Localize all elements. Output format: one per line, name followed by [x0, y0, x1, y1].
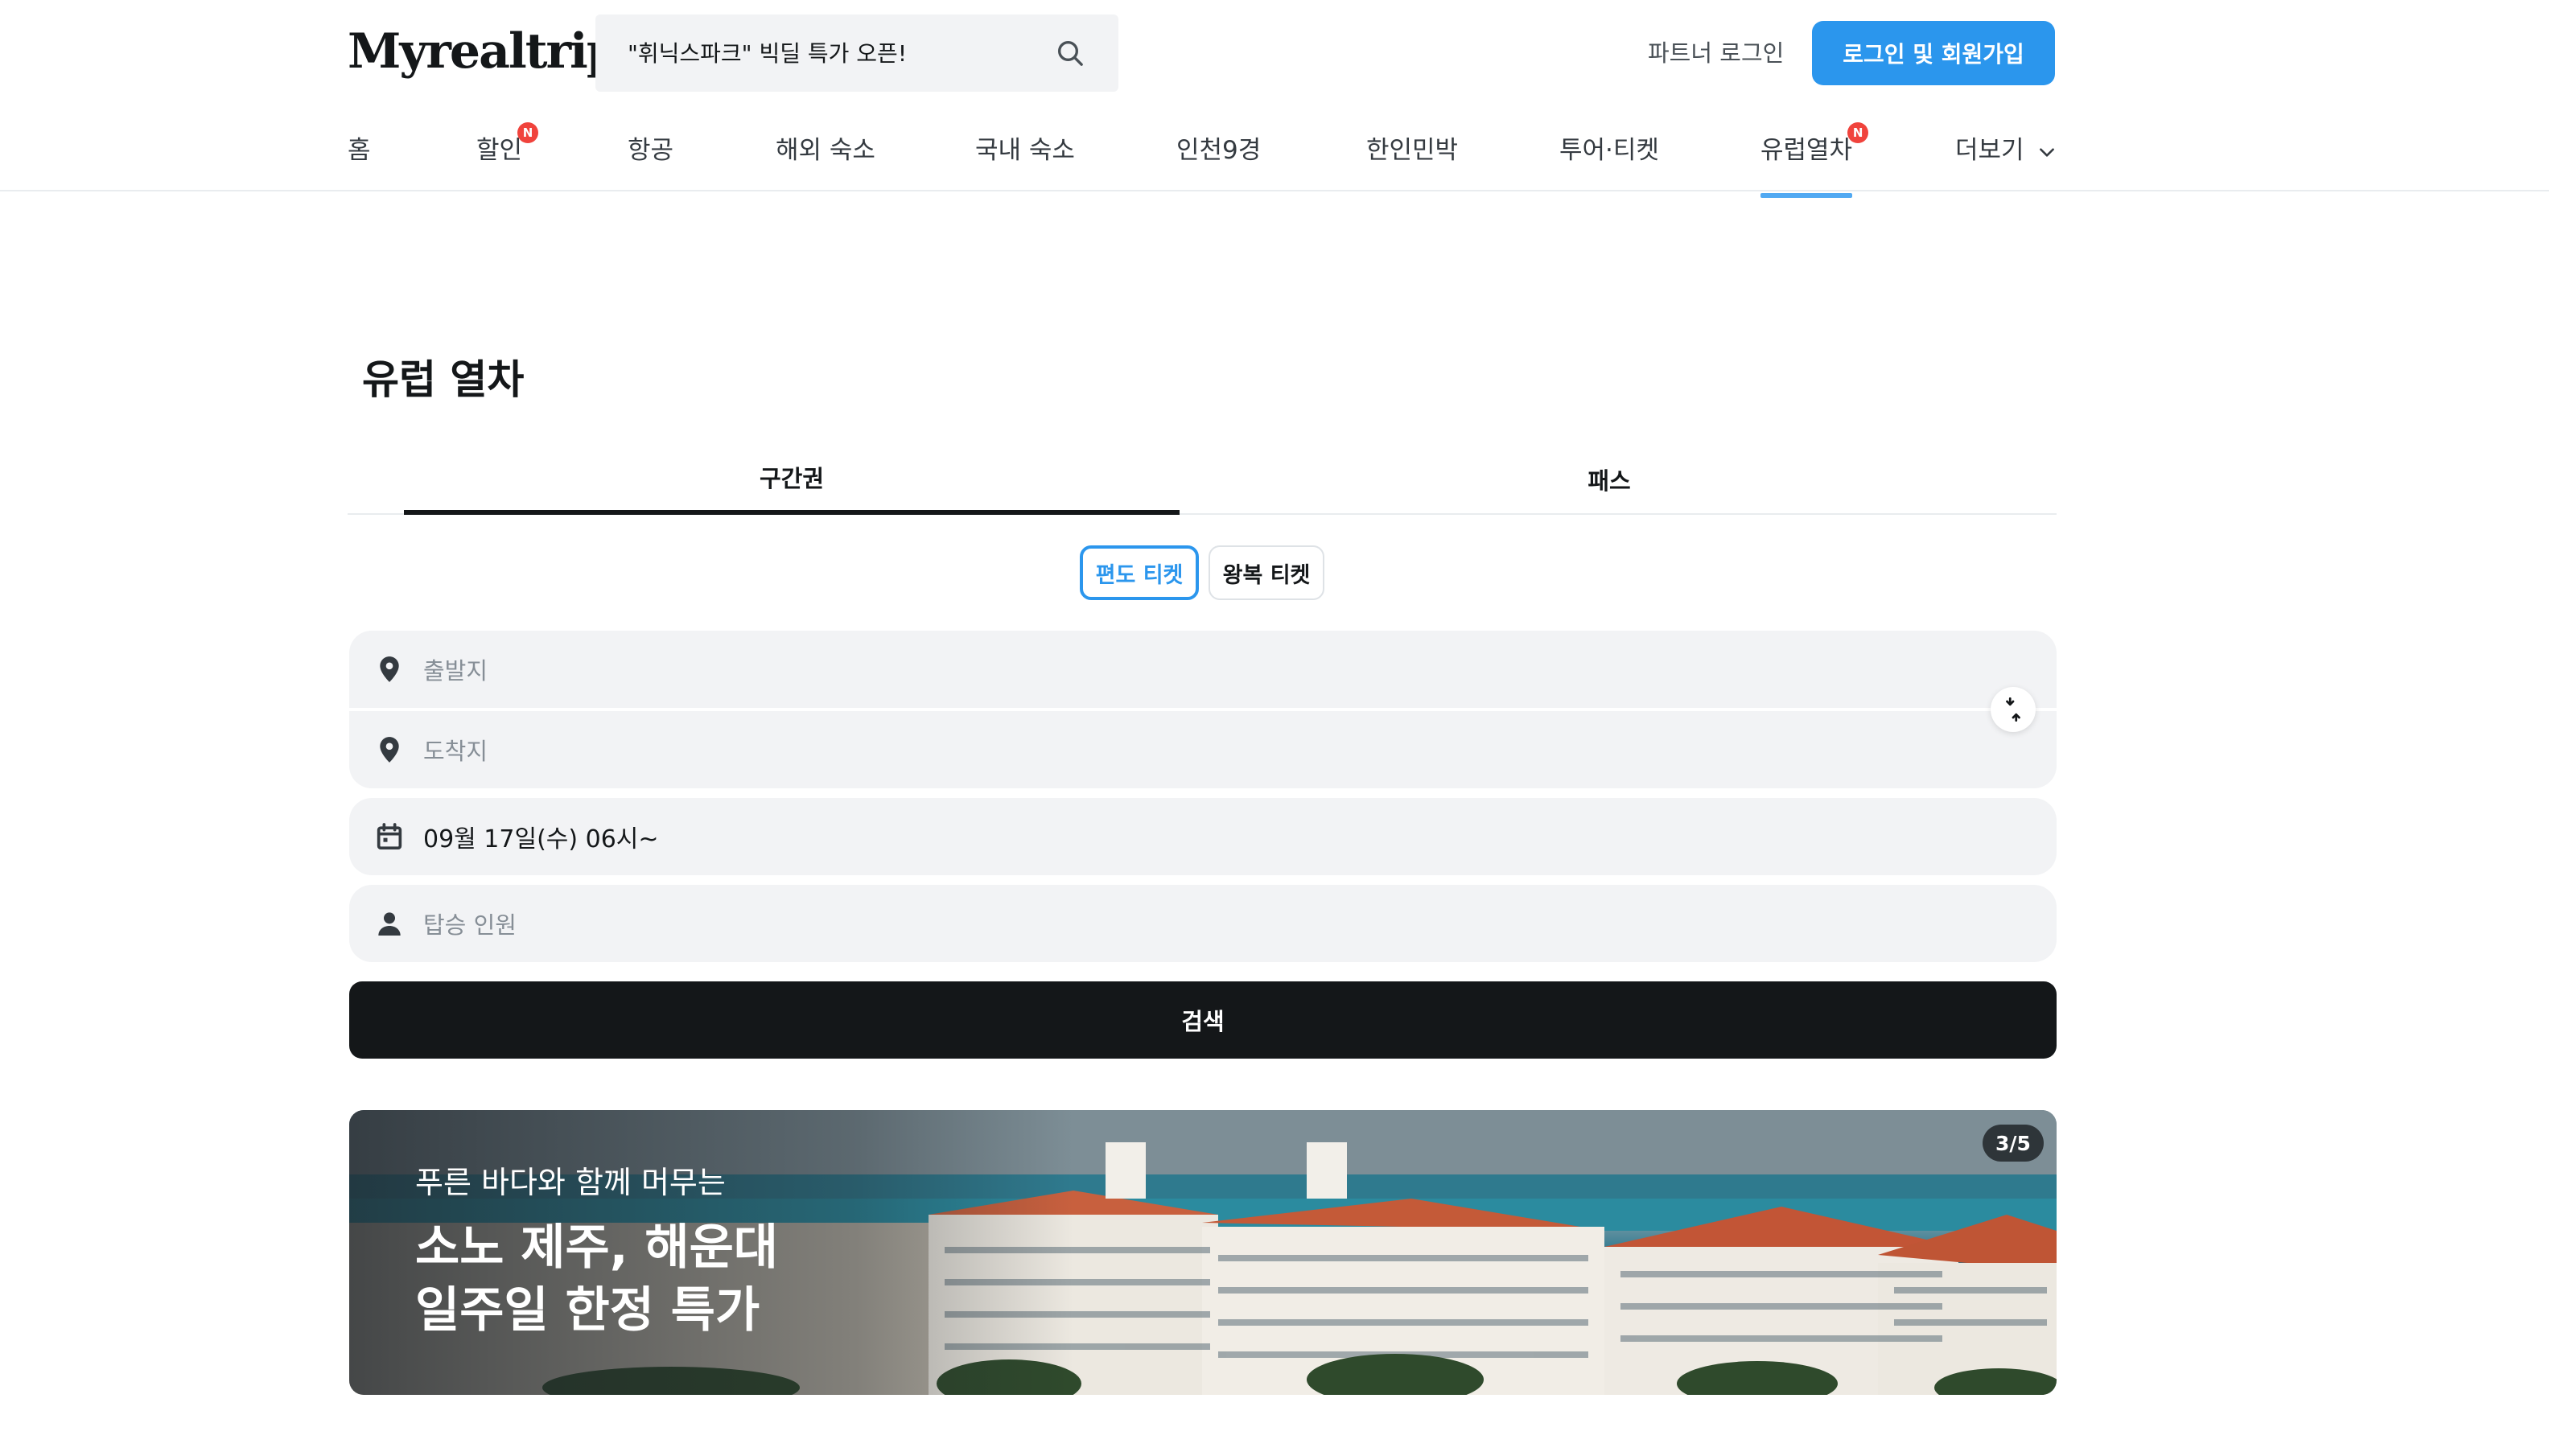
- calendar-icon: [377, 823, 402, 849]
- global-search-input[interactable]: [628, 39, 1054, 67]
- global-search-bar[interactable]: [595, 14, 1118, 92]
- arrival-field[interactable]: 도착지: [349, 711, 2057, 788]
- nav-item-europe-rail[interactable]: 유럽열차 N: [1760, 122, 1869, 198]
- banner-subtitle: 푸른 바다와 함께 머무는: [415, 1165, 726, 1200]
- partner-login-link[interactable]: 파트너 로그인: [1648, 35, 1784, 71]
- banner-title: 소노 제주, 해운대 일주일 한정 특가: [415, 1220, 778, 1339]
- search-icon[interactable]: [1054, 37, 1086, 69]
- swap-stations-button[interactable]: [1991, 687, 2036, 732]
- nav-item-incheon[interactable]: 인천9경: [1176, 134, 1261, 167]
- site-header: Myrealtrip 파트너 로그인 로그인 및 회원가입 홈 할인 N 항공 …: [0, 0, 2549, 198]
- chevron-down-icon: [2040, 147, 2055, 157]
- login-signup-button[interactable]: 로그인 및 회원가입: [1812, 21, 2055, 85]
- location-pin-icon: [380, 656, 399, 682]
- departure-field[interactable]: 출발지: [349, 631, 2057, 708]
- nav-item-label: 국내 숙소: [975, 136, 1075, 165]
- nav-item-label: 인천9경: [1176, 136, 1262, 165]
- location-pin-icon: [380, 737, 399, 763]
- nav-item-discount[interactable]: 할인 N: [476, 122, 539, 167]
- nav-item-label: 한인민박: [1366, 136, 1459, 165]
- nav-item-domestic-stay[interactable]: 국내 숙소: [975, 134, 1075, 167]
- passengers-field[interactable]: 탑승 인원: [349, 885, 2057, 962]
- promo-banner[interactable]: 푸른 바다와 함께 머무는 소노 제주, 해운대 일주일 한정 특가 3/5: [349, 1110, 2057, 1395]
- nav-item-more[interactable]: 더보기: [1955, 134, 2057, 167]
- date-field[interactable]: 09월 17일(수) 06시~: [349, 798, 2057, 875]
- nav-item-home[interactable]: 홈: [348, 134, 371, 167]
- ticket-category-tabs: 구간권 패스: [348, 444, 2057, 515]
- nav-item-label: 해외 숙소: [776, 136, 875, 165]
- nav-item-tours-tickets[interactable]: 투어·티켓: [1559, 134, 1659, 167]
- nav-item-flights[interactable]: 항공: [628, 134, 673, 167]
- swap-arrows-icon: [2006, 697, 2020, 722]
- banner-page-counter: 3/5: [1983, 1125, 2044, 1162]
- new-badge: N: [517, 122, 539, 143]
- nav-item-korean-guesthouse[interactable]: 한인민박: [1366, 134, 1458, 167]
- page-title: 유럽 열차: [362, 356, 525, 403]
- departure-placeholder: 출발지: [423, 657, 488, 685]
- nav-item-label: 항공: [628, 136, 674, 165]
- nav-item-label: 홈: [348, 136, 371, 165]
- nav-item-label: 유럽열차: [1760, 136, 1853, 165]
- nav-item-overseas-stay[interactable]: 해외 숙소: [776, 134, 875, 167]
- search-button[interactable]: 검색: [349, 981, 2057, 1059]
- nav-item-label: 투어·티켓: [1559, 136, 1659, 165]
- one-way-ticket-button[interactable]: 편도 티켓: [1080, 545, 1199, 600]
- round-trip-ticket-button[interactable]: 왕복 티켓: [1209, 545, 1324, 600]
- main-nav: 홈 할인 N 항공 해외 숙소 국내 숙소 인천9경 한인민박 투어·티켓 유럽…: [348, 121, 2060, 198]
- new-badge: N: [1847, 122, 1869, 143]
- arrival-placeholder: 도착지: [423, 738, 488, 765]
- tab-point-to-point[interactable]: 구간권: [404, 444, 1180, 515]
- date-value: 09월 17일(수) 06시~: [423, 825, 659, 853]
- myrealtrip-logo[interactable]: Myrealtrip: [348, 23, 620, 80]
- nav-item-label: 더보기: [1955, 136, 2024, 165]
- tab-pass[interactable]: 패스: [1221, 444, 1997, 515]
- passengers-placeholder: 탑승 인원: [423, 911, 517, 939]
- nav-item-label: 할인: [476, 136, 523, 165]
- person-icon: [378, 912, 401, 936]
